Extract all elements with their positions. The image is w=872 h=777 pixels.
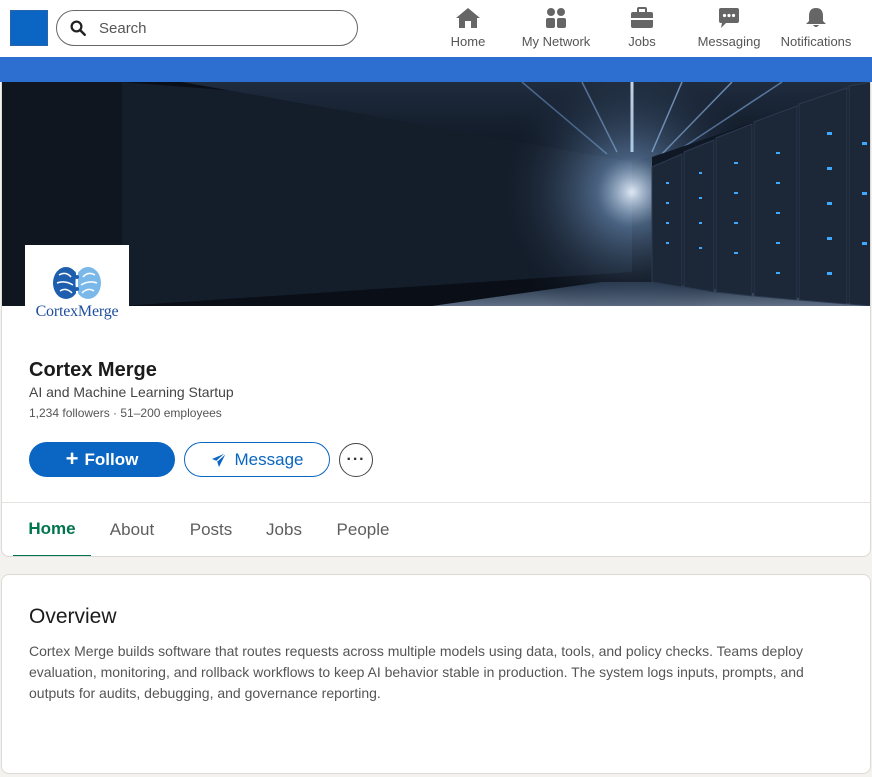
message-button[interactable]: Message xyxy=(184,442,330,477)
site-logo[interactable] xyxy=(10,10,48,46)
plus-icon: + xyxy=(65,445,79,471)
nav-notifications-label: Notifications xyxy=(780,34,852,49)
nav-home-label: Home xyxy=(450,34,486,49)
company-tabs: Home About Posts Jobs People xyxy=(2,503,870,556)
tab-home[interactable]: Home xyxy=(13,503,91,556)
data-center-banner-image xyxy=(2,82,870,306)
search-box[interactable] xyxy=(56,10,358,46)
overview-title: Overview xyxy=(29,605,117,628)
logo-wordmark: CortexMerge xyxy=(35,303,119,320)
follow-button-label: Follow xyxy=(84,449,139,469)
nav-messaging[interactable]: Messaging xyxy=(694,6,764,52)
more-dots-icon: ··· xyxy=(346,451,366,468)
cover-banner xyxy=(2,82,870,306)
tab-jobs[interactable]: Jobs xyxy=(254,503,314,556)
top-nav: Home My Network Jobs Messaging xyxy=(0,0,872,57)
nav-notifications[interactable]: Notifications xyxy=(776,6,856,52)
chat-icon xyxy=(719,8,739,28)
message-button-label: Message xyxy=(234,449,304,469)
company-followers-employees: 1,234 followers · 51–200 employees xyxy=(29,406,222,420)
nav-jobs-label: Jobs xyxy=(628,34,656,49)
company-logo[interactable]: CortexMerge xyxy=(25,245,129,340)
search-icon xyxy=(70,20,86,36)
people-icon xyxy=(546,8,566,28)
search-input[interactable] xyxy=(99,19,339,37)
top-blue-strip xyxy=(0,57,872,82)
follow-button[interactable]: + Follow xyxy=(29,442,175,477)
company-tagline: AI and Machine Learning Startup xyxy=(29,384,234,400)
briefcase-icon xyxy=(631,7,653,28)
brain-logo-icon xyxy=(53,267,101,299)
overview-card: Overview Cortex Merge builds software th… xyxy=(1,574,871,774)
send-icon xyxy=(211,451,226,467)
nav-home[interactable]: Home xyxy=(444,6,492,52)
bell-icon xyxy=(806,8,826,27)
overview-body: Cortex Merge builds software that routes… xyxy=(29,643,804,701)
company-profile-card: CortexMerge Cortex Merge AI and Machine … xyxy=(1,82,871,557)
nav-my-network[interactable]: My Network xyxy=(516,6,596,52)
nav-my-network-label: My Network xyxy=(521,34,591,49)
nav-jobs[interactable]: Jobs xyxy=(620,6,664,52)
nav-messaging-label: Messaging xyxy=(697,34,761,49)
tab-posts[interactable]: Posts xyxy=(178,503,244,556)
tab-about[interactable]: About xyxy=(97,503,167,556)
tab-people[interactable]: People xyxy=(326,503,400,556)
more-options-button[interactable]: ··· xyxy=(339,443,373,477)
company-name: Cortex Merge xyxy=(29,359,157,381)
home-icon xyxy=(456,8,480,28)
